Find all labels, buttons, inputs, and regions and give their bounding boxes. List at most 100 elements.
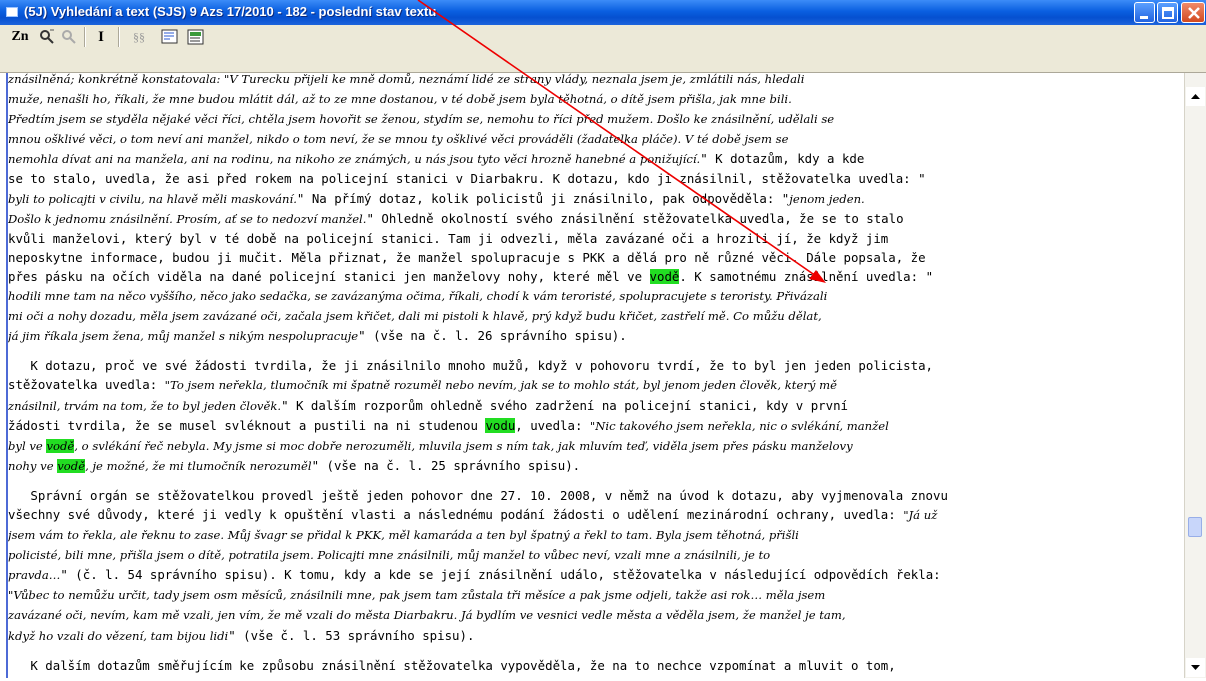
title-bar: (5J) Vyhledání a text (SJS) 9 Azs 17/201… bbox=[0, 0, 1206, 25]
scroll-down-button[interactable] bbox=[1186, 658, 1205, 677]
find-icon[interactable] bbox=[38, 27, 56, 47]
text-line: Předtím jsem se styděla nějaké věci říci… bbox=[8, 109, 1178, 129]
text-segment: když ho vzali do vězení, tam bijou lidi bbox=[8, 628, 229, 643]
text-segment: byli to policajti v civilu, na hlavě měl… bbox=[8, 191, 297, 206]
app-icon[interactable] bbox=[6, 7, 18, 17]
text-line: pravda…" (č. l. 54 správního spisu). K t… bbox=[8, 565, 1178, 585]
text-segment: " (č. l. 54 správního spisu). K tomu, kd… bbox=[60, 567, 941, 583]
scroll-up-button[interactable] bbox=[1186, 87, 1205, 106]
zn-button[interactable]: Zn bbox=[8, 27, 32, 47]
text-segment: nemohla dívat ani na manžela, ani na rod… bbox=[8, 152, 701, 167]
text-line: byli to policajti v civilu, na hlavě měl… bbox=[8, 189, 1178, 209]
list-view-icon[interactable] bbox=[160, 27, 180, 47]
text-segment: "Já už bbox=[903, 507, 938, 522]
text-line: mi oči a nohy dozadu, měla jsem zavázané… bbox=[8, 306, 1178, 326]
text-segment: kvůli manželovi, který byl v té době na … bbox=[8, 230, 889, 246]
maximize-button[interactable] bbox=[1157, 2, 1178, 23]
text-segment: Došlo k jednomu znásilnění. Prosím, ať s… bbox=[8, 211, 367, 226]
text-line: stěžovatelka uvedla: "To jsem neřekla, t… bbox=[8, 375, 1178, 395]
text-line: kvůli manželovi, který byl v té době na … bbox=[8, 229, 1178, 248]
text-segment: " (vše na č. l. 26 správního spisu). bbox=[358, 328, 627, 344]
text-line: Správní orgán se stěžovatelkou provedl j… bbox=[8, 486, 1178, 505]
search-highlight: vodě bbox=[649, 268, 680, 284]
text-segment: jsem vám to řekla, ale řeknu to zase. Mů… bbox=[8, 528, 799, 543]
search-highlight: vodu bbox=[485, 417, 516, 433]
document-text-area[interactable]: znásilněná; konkrétně konstatovala: "V T… bbox=[6, 73, 1182, 678]
text-segment: znásilněná; konkrétně konstatovala: "V T… bbox=[8, 73, 805, 86]
text-segment: K dalším dotazům směřujícím ke způsobu z… bbox=[8, 657, 896, 673]
text-segment: byl ve bbox=[8, 438, 47, 453]
text-segment: žádosti tvrdila, že se musel svléknout a… bbox=[8, 417, 486, 433]
text-line: policisté, bili mne, přišla jsem o dítě,… bbox=[8, 545, 1178, 565]
italic-button[interactable]: I bbox=[92, 27, 110, 47]
text-line: nohy ve vodě, je možné, že mi tlumočník … bbox=[8, 456, 1178, 476]
text-segment: stěžovatelka uvedla: bbox=[8, 377, 165, 393]
text-segment: "Vůbec to nemůžu určit, tady jsem osm mě… bbox=[8, 588, 826, 603]
text-line: Došlo k jednomu znásilnění. Prosím, ať s… bbox=[8, 209, 1178, 229]
toolbar bbox=[0, 25, 1206, 73]
document-text: znásilněná; konkrétně konstatovala: "V T… bbox=[8, 73, 1178, 675]
text-segment: se to stalo, uvedla, že asi před rokem n… bbox=[8, 171, 926, 187]
text-segment: " K dalším rozporům ohledně svého zadrže… bbox=[281, 397, 849, 413]
text-line: hodili mne tam na něco vyššího, něco jak… bbox=[8, 286, 1178, 306]
text-segment: mnou ošklivé věci, o tom neví ani manžel… bbox=[8, 132, 789, 147]
text-segment: "To jsem neřekla, tlumočník mi špatně ro… bbox=[164, 378, 837, 393]
document-view-icon[interactable] bbox=[186, 27, 206, 47]
text-segment: " K dotazům, kdy a kde bbox=[700, 151, 865, 167]
text-line: znásilněná; konkrétně konstatovala: "V T… bbox=[8, 73, 1178, 89]
text-line: přes pásku na očích viděla na dané polic… bbox=[8, 267, 1178, 286]
scroll-thumb[interactable] bbox=[1188, 517, 1202, 537]
close-button[interactable] bbox=[1181, 2, 1205, 23]
text-segment: policisté, bili mne, přišla jsem o dítě,… bbox=[8, 548, 771, 563]
text-line: se to stalo, uvedla, že asi před rokem n… bbox=[8, 169, 1178, 188]
text-line: neposkytne informace, budou ji mučit. Mě… bbox=[8, 248, 1178, 267]
text-line: znásilnil, trvám na tom, že to byl jeden… bbox=[8, 396, 1178, 416]
text-segment: pravda… bbox=[8, 568, 61, 583]
text-line: zavázané oči, nevím, kam mě vzali, jen v… bbox=[8, 605, 1178, 625]
text-line: K dalším dotazům směřujícím ke způsobu z… bbox=[8, 656, 1178, 675]
text-segment: , o svlékání řeč nebyla. My jsme si moc … bbox=[74, 438, 853, 453]
text-line: mnou ošklivé věci, o tom neví ani manžel… bbox=[8, 129, 1178, 149]
find-next-icon[interactable] bbox=[60, 27, 78, 47]
text-line: jsem vám to řekla, ale řeknu to zase. Mů… bbox=[8, 525, 1178, 545]
text-segment: nohy ve bbox=[8, 458, 58, 473]
text-segment: všechny své důvody, které ji vedly k opu… bbox=[8, 506, 904, 522]
vertical-scrollbar[interactable] bbox=[1184, 73, 1206, 678]
text-segment: hodili mne tam na něco vyššího, něco jak… bbox=[8, 289, 828, 304]
window-title: (5J) Vyhledání a text (SJS) 9 Azs 17/201… bbox=[24, 4, 437, 19]
text-segment: " (vše na č. l. 25 správního spisu). bbox=[311, 457, 581, 473]
text-line: když ho vzali do vězení, tam bijou lidi"… bbox=[8, 626, 1178, 646]
toolbar-separator bbox=[118, 27, 120, 47]
text-segment: zavázané oči, nevím, kam mě vzali, jen v… bbox=[8, 608, 846, 623]
text-line: já jim říkala jsem žena, můj manžel s ni… bbox=[8, 326, 1178, 346]
text-segment: K dotazu, proč ve své žádosti tvrdila, ž… bbox=[8, 358, 934, 374]
text-segment: , je možné, že mi tlumočník nerozuměl bbox=[85, 458, 312, 473]
text-line: K dotazu, proč ve své žádosti tvrdila, ž… bbox=[8, 356, 1178, 375]
text-segment: neposkytne informace, budou ji mučit. Mě… bbox=[8, 249, 926, 265]
text-line: muže, nenašli ho, říkali, že mne budou m… bbox=[8, 89, 1178, 109]
text-segment: přes pásku na očích viděla na dané polic… bbox=[8, 268, 650, 284]
text-line: byl ve vodě, o svlékání řeč nebyla. My j… bbox=[8, 436, 1178, 456]
text-segment: , uvedla: bbox=[515, 417, 590, 433]
text-segment: Předtím jsem se styděla nějaké věci říci… bbox=[8, 112, 835, 127]
toolbar-separator bbox=[84, 27, 86, 47]
text-segment: " (vše č. l. 53 správního spisu). bbox=[228, 627, 475, 643]
text-segment: " Na přímý dotaz, kolik policistů ji zná… bbox=[296, 190, 790, 206]
text-segment: mi oči a nohy dozadu, měla jsem zavázané… bbox=[8, 309, 822, 324]
text-line: "Vůbec to nemůžu určit, tady jsem osm mě… bbox=[8, 585, 1178, 605]
text-line: všechny své důvody, které ji vedly k opu… bbox=[8, 505, 1178, 525]
search-highlight: vodě bbox=[46, 438, 75, 453]
text-segment: muže, nenašli ho, říkali, že mne budou m… bbox=[8, 92, 792, 107]
text-line: žádosti tvrdila, že se musel svléknout a… bbox=[8, 416, 1178, 436]
paragraph-button[interactable]: §§ bbox=[128, 27, 150, 47]
minimize-button[interactable] bbox=[1134, 2, 1155, 23]
text-segment: . K samotnému znásilnění uvedla: " bbox=[679, 268, 934, 284]
text-segment: " Ohledně okolností svého znásilnění stě… bbox=[366, 210, 904, 226]
text-line: nemohla dívat ani na manžela, ani na rod… bbox=[8, 149, 1178, 169]
text-segment: jenom jeden. bbox=[789, 191, 865, 206]
search-highlight: vodě bbox=[57, 458, 86, 473]
text-segment: znásilnil, trvám na tom, že to byl jeden… bbox=[8, 398, 282, 413]
